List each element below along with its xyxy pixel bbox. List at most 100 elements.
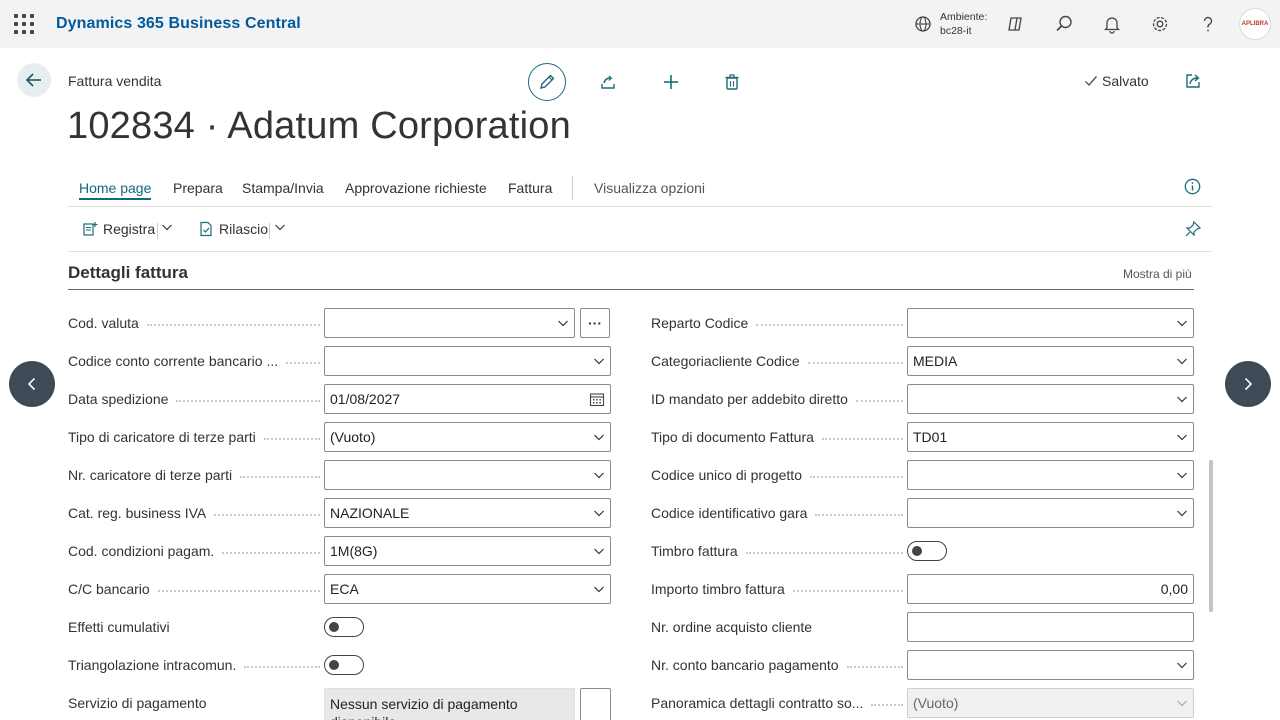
chevron-down-icon [1176, 355, 1188, 367]
panoramica-dettagli-contratto-select[interactable]: (Vuoto) [907, 688, 1194, 718]
cat-reg-business-iva-select[interactable]: NAZIONALE [324, 498, 611, 528]
copilot-icon[interactable] [1006, 14, 1026, 34]
tipo-caricatore-select[interactable]: (Vuoto) [324, 422, 611, 452]
open-new-window-button[interactable] [1184, 72, 1202, 95]
rilascio-button[interactable]: Rilascio [198, 221, 268, 237]
rilascio-label: Rilascio [219, 221, 269, 237]
field-label-nr-conto-bancario-pagamento: Nr. conto bancario pagamento [651, 655, 903, 675]
environment-icon [915, 16, 931, 32]
effetti-cumulativi-toggle[interactable] [324, 617, 364, 637]
codice-identificativo-gara-select[interactable] [907, 498, 1194, 528]
saved-status: Salvato [1084, 73, 1149, 89]
app-launcher-icon[interactable] [14, 14, 34, 34]
tab-home-page[interactable]: Home page [79, 180, 152, 200]
chevron-down-icon [1176, 507, 1188, 519]
environment-indicator[interactable]: Ambiente: bc28-it [914, 10, 987, 38]
chevron-left-icon [27, 377, 36, 391]
back-button[interactable] [17, 63, 51, 97]
field-label-triangolazione: Triangolazione intracomun. [68, 655, 320, 675]
field-label-effetti-cumulativi: Effetti cumulativi [68, 617, 320, 637]
calendar-icon[interactable] [589, 393, 605, 407]
cod-valuta-select[interactable] [324, 308, 575, 338]
section-title[interactable]: Dettagli fattura [68, 263, 188, 283]
chevron-down-icon [593, 583, 605, 595]
rilascio-dropdown[interactable] [274, 221, 286, 233]
registra-label: Registra [103, 221, 156, 237]
cod-condizioni-pagam-select[interactable]: 1M(8G) [324, 536, 611, 566]
registra-button[interactable]: Registra [82, 221, 155, 237]
field-label-codice-identificativo-gara: Codice identificativo gara [651, 503, 903, 523]
pin-icon[interactable] [1184, 220, 1202, 243]
chevron-down-icon [1176, 393, 1188, 405]
tab-stampa-invia[interactable]: Stampa/Invia [242, 180, 324, 196]
saved-label: Salvato [1102, 73, 1149, 89]
chevron-down-icon [162, 224, 172, 231]
chevron-down-icon [593, 355, 605, 367]
chevron-right-icon [1244, 377, 1253, 391]
tab-fattura[interactable]: Fattura [508, 180, 552, 196]
field-label-cat-reg-business-iva: Cat. reg. business IVA [68, 503, 320, 523]
avatar[interactable]: APLIBRA [1239, 8, 1271, 40]
cod-valuta-lookup-button[interactable]: ··· [580, 308, 610, 338]
chevron-down-icon [1176, 469, 1188, 481]
nr-ordine-acquisto-input[interactable] [907, 612, 1194, 642]
section-divider [68, 289, 1194, 290]
scrollbar[interactable] [1209, 460, 1213, 612]
field-label-id-mandato: ID mandato per addebito diretto [651, 389, 903, 409]
field-label-tipo-caricatore: Tipo di caricatore di terze parti [68, 427, 320, 447]
search-icon[interactable] [1054, 14, 1074, 34]
field-label-data-spedizione: Data spedizione [68, 389, 320, 409]
toolbar-separator [269, 223, 270, 239]
next-record-button[interactable] [1225, 361, 1271, 407]
delete-button[interactable] [713, 63, 751, 101]
action-tabs: Home page Prepara Stampa/Invia Approvazi… [68, 172, 1212, 207]
field-label-panoramica-dettagli-contratto: Panoramica dettagli contratto so... [651, 693, 903, 713]
show-more-link[interactable]: Mostra di più [1123, 267, 1192, 281]
codice-conto-corrente-select[interactable] [324, 346, 611, 376]
tab-approvazione-richieste[interactable]: Approvazione richieste [345, 180, 487, 196]
tipo-documento-fattura-select[interactable]: TD01 [907, 422, 1194, 452]
app-name[interactable]: Dynamics 365 Business Central [56, 15, 301, 33]
servizio-pagamento-button[interactable] [580, 688, 611, 720]
help-icon[interactable] [1198, 14, 1218, 34]
share-button[interactable] [589, 63, 627, 101]
importo-timbro-fattura-input[interactable]: 0,00 [907, 574, 1194, 604]
field-label-cod-condizioni-pagam: Cod. condizioni pagam. [68, 541, 320, 561]
new-button[interactable] [652, 63, 690, 101]
toolbar: Registra Rilascio [68, 208, 1212, 252]
previous-record-button[interactable] [9, 361, 55, 407]
field-label-timbro-fattura: Timbro fattura [651, 541, 903, 561]
chevron-down-icon [1176, 697, 1188, 709]
tab-prepara[interactable]: Prepara [173, 180, 223, 196]
info-icon[interactable] [1184, 178, 1201, 200]
codice-unico-progetto-select[interactable] [907, 460, 1194, 490]
field-label-importo-timbro-fattura: Importo timbro fattura [651, 579, 903, 599]
chevron-down-icon [1176, 317, 1188, 329]
field-label-cc-bancario: C/C bancario [68, 579, 320, 599]
environment-value: bc28-it [940, 25, 972, 37]
pencil-icon [540, 74, 555, 89]
bell-icon[interactable] [1102, 14, 1122, 34]
id-mandato-select[interactable] [907, 384, 1194, 414]
gear-icon[interactable] [1150, 14, 1170, 34]
categoriacliente-codice-select[interactable]: MEDIA [907, 346, 1194, 376]
cc-bancario-select[interactable]: ECA [324, 574, 611, 604]
timbro-fattura-toggle[interactable] [907, 541, 947, 561]
chevron-down-icon [593, 545, 605, 557]
data-spedizione-input[interactable]: 01/08/2027 [324, 384, 611, 414]
chevron-down-icon [593, 431, 605, 443]
field-label-codice-conto-corrente: Codice conto corrente bancario ... [68, 351, 320, 371]
tab-visualizza-opzioni[interactable]: Visualizza opzioni [594, 180, 705, 196]
toolbar-separator [157, 223, 158, 239]
top-bar: Dynamics 365 Business Central Ambiente: … [0, 0, 1280, 48]
field-label-nr-caricatore: Nr. caricatore di terze parti [68, 465, 320, 485]
nr-caricatore-select[interactable] [324, 460, 611, 490]
registra-dropdown[interactable] [161, 221, 173, 233]
nr-conto-bancario-pagamento-select[interactable] [907, 650, 1194, 680]
triangolazione-toggle[interactable] [324, 655, 364, 675]
field-label-nr-ordine-acquisto: Nr. ordine acquisto cliente [651, 617, 903, 637]
chevron-down-icon [593, 469, 605, 481]
reparto-codice-select[interactable] [907, 308, 1194, 338]
plus-icon [664, 75, 678, 89]
edit-button[interactable] [528, 63, 566, 101]
